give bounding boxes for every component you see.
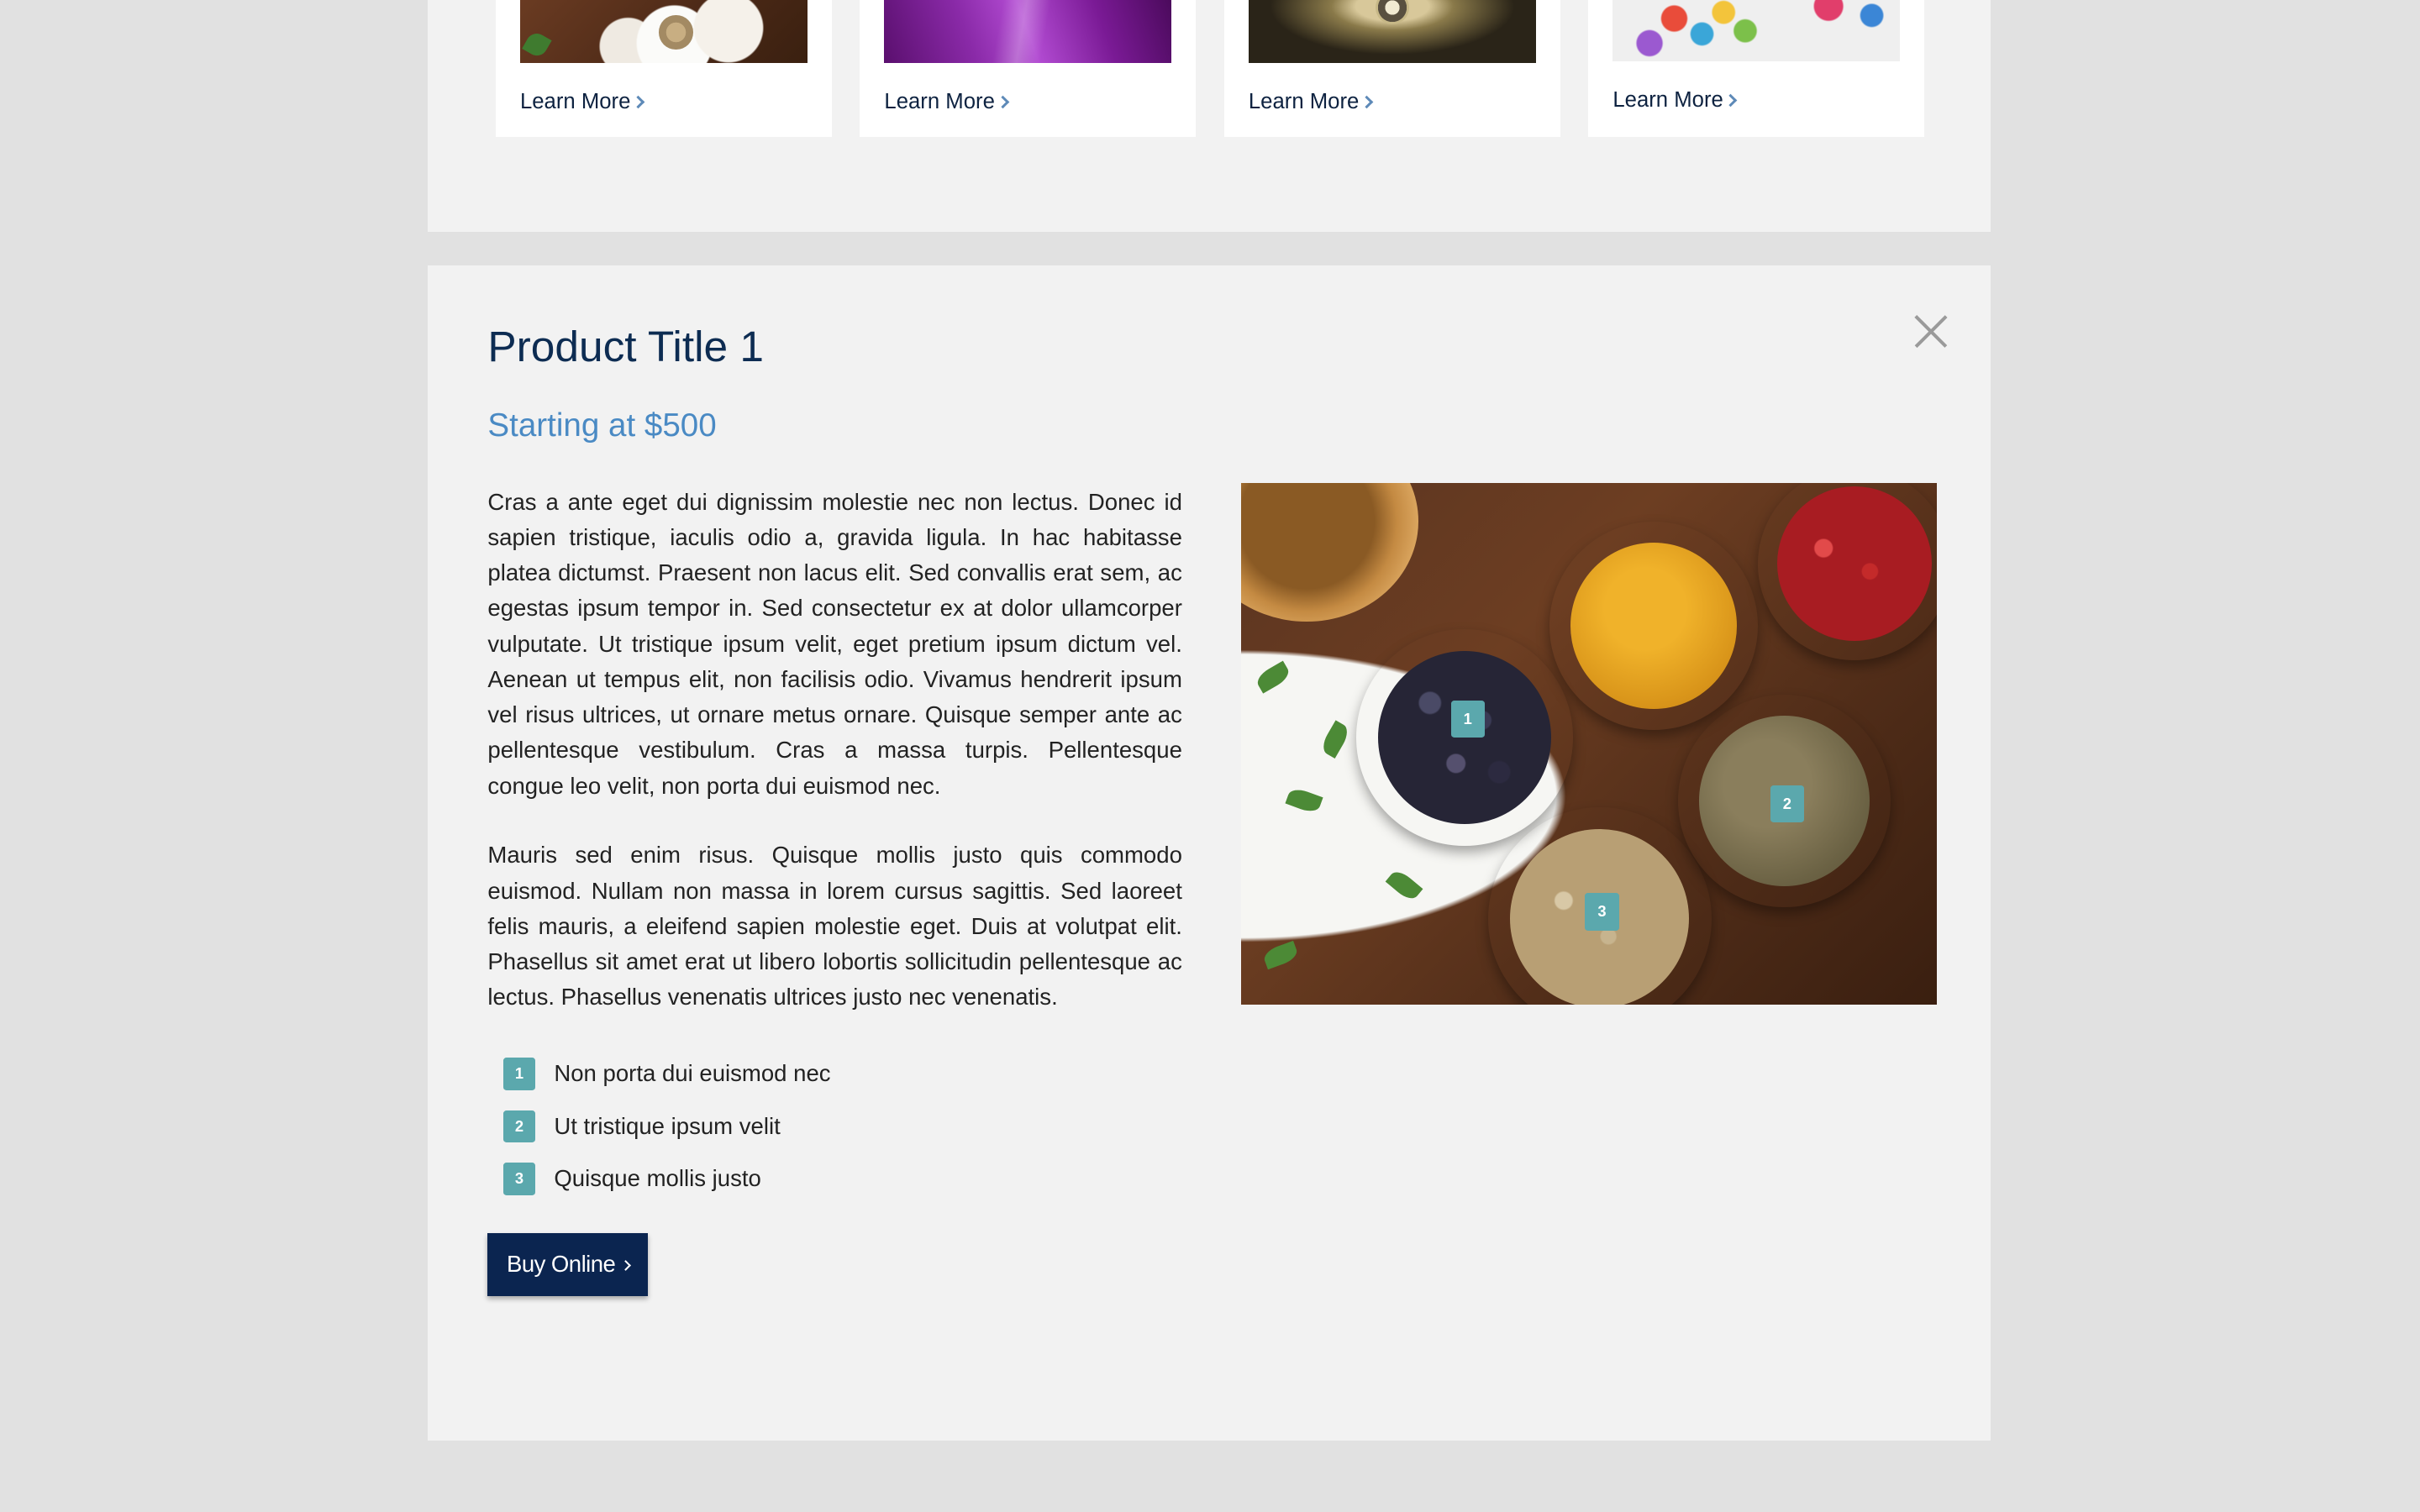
- leaf-image-element: [1385, 867, 1423, 904]
- learn-more-label: Learn More: [1248, 89, 1360, 113]
- close-icon[interactable]: [1912, 313, 1949, 350]
- feature-label: Non porta dui euismod nec: [554, 1060, 831, 1087]
- learn-more-link[interactable]: Learn More: [884, 89, 1009, 114]
- leaf-image-element: [1318, 719, 1352, 759]
- leaf-image-element: [1254, 660, 1293, 694]
- product-thumbnail-gold[interactable]: [1248, 0, 1536, 64]
- feature-label: Quisque mollis justo: [554, 1165, 761, 1192]
- product-card: Learn More: [1587, 0, 1925, 138]
- bowl-juniper: [1356, 629, 1573, 846]
- product-title: Product Title 1: [487, 322, 764, 371]
- feature-list: 1 Non porta dui euismod nec 2 Ut tristiq…: [502, 1047, 831, 1205]
- feature-label: Ut tristique ipsum velit: [554, 1112, 781, 1139]
- bowl-turmeric: [1549, 521, 1759, 730]
- chevron-right-icon: [1360, 95, 1374, 108]
- learn-more-label: Learn More: [884, 89, 995, 113]
- leaf-image-element: [1261, 940, 1301, 970]
- image-hotspot-marker[interactable]: 3: [1585, 893, 1619, 931]
- description-paragraph: Cras a ante eget dui dignissim molestie …: [487, 488, 1182, 799]
- product-hero-image: 1 2 3: [1240, 482, 1938, 1005]
- feature-number-badge: 1: [502, 1058, 536, 1090]
- image-hotspot-marker[interactable]: 1: [1450, 700, 1485, 738]
- product-card: Learn More: [1223, 0, 1560, 138]
- product-grid: Learn More Learn More Learn More Learn M…: [427, 0, 1991, 232]
- feature-item: 2 Ut tristique ipsum velit: [502, 1100, 831, 1152]
- leaf-image-element: [1285, 785, 1323, 816]
- mortar-image-element: [1240, 482, 1418, 622]
- feature-number-badge: 3: [502, 1162, 536, 1195]
- learn-more-link[interactable]: Learn More: [1612, 87, 1738, 113]
- product-thumbnail-purple[interactable]: [884, 0, 1172, 64]
- product-thumbnail-beads[interactable]: [1612, 0, 1900, 62]
- chevron-right-icon: [1724, 93, 1738, 108]
- product-card: Learn More: [860, 0, 1197, 138]
- chevron-right-icon: [631, 95, 645, 108]
- learn-more-label: Learn More: [1612, 87, 1723, 112]
- product-detail-panel: Product Title 1 Starting at $500 Cras a …: [427, 265, 1991, 1441]
- learn-more-link[interactable]: Learn More: [519, 89, 645, 114]
- product-price: Starting at $500: [487, 407, 717, 444]
- feature-item: 1 Non porta dui euismod nec: [502, 1047, 831, 1100]
- buy-online-label: Buy Online: [507, 1251, 616, 1278]
- chevron-right-icon: [619, 1260, 631, 1272]
- learn-more-label: Learn More: [519, 89, 631, 113]
- product-card: Learn More: [495, 0, 832, 138]
- product-thumbnail-spices[interactable]: [519, 0, 808, 64]
- chevron-right-icon: [996, 95, 1009, 108]
- learn-more-link[interactable]: Learn More: [1248, 89, 1374, 114]
- description-paragraph: Mauris sed enim risus. Quisque mollis ju…: [487, 842, 1182, 1011]
- buy-online-button[interactable]: Buy Online: [487, 1232, 649, 1296]
- image-hotspot-marker[interactable]: 2: [1770, 785, 1805, 822]
- feature-number-badge: 2: [502, 1110, 536, 1143]
- bowl-red-peppercorns: [1758, 482, 1938, 661]
- feature-item: 3 Quisque mollis justo: [502, 1152, 831, 1205]
